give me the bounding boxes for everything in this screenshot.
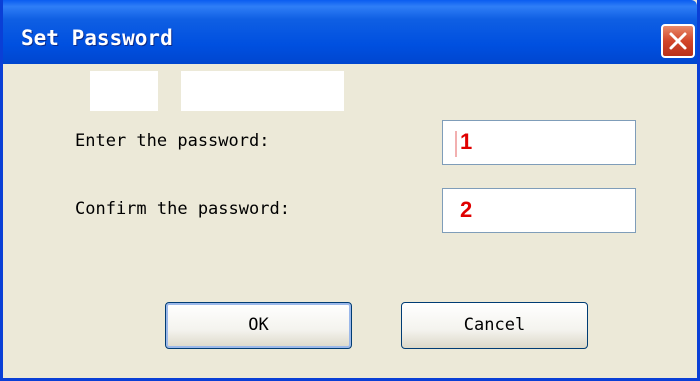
enter-password-value: 1 <box>460 129 473 154</box>
confirm-password-field[interactable]: 2 <box>442 188 636 233</box>
close-icon <box>669 32 687 50</box>
redacted-block <box>90 71 158 111</box>
text-cursor <box>455 131 457 157</box>
cancel-button[interactable]: Cancel <box>401 302 588 349</box>
confirm-password-label: Confirm the password: <box>75 199 290 219</box>
dialog-title: Set Password <box>21 26 173 50</box>
enter-password-label: Enter the password: <box>75 131 270 151</box>
ok-button[interactable]: OK <box>165 302 352 349</box>
title-bar[interactable]: Set Password <box>3 0 697 64</box>
confirm-password-value: 2 <box>460 197 473 222</box>
enter-password-field[interactable]: 1 <box>442 120 636 165</box>
close-button[interactable] <box>661 24 695 58</box>
set-password-dialog: Set Password Enter the password: 1 Confi… <box>0 0 700 381</box>
redacted-block <box>181 71 344 111</box>
